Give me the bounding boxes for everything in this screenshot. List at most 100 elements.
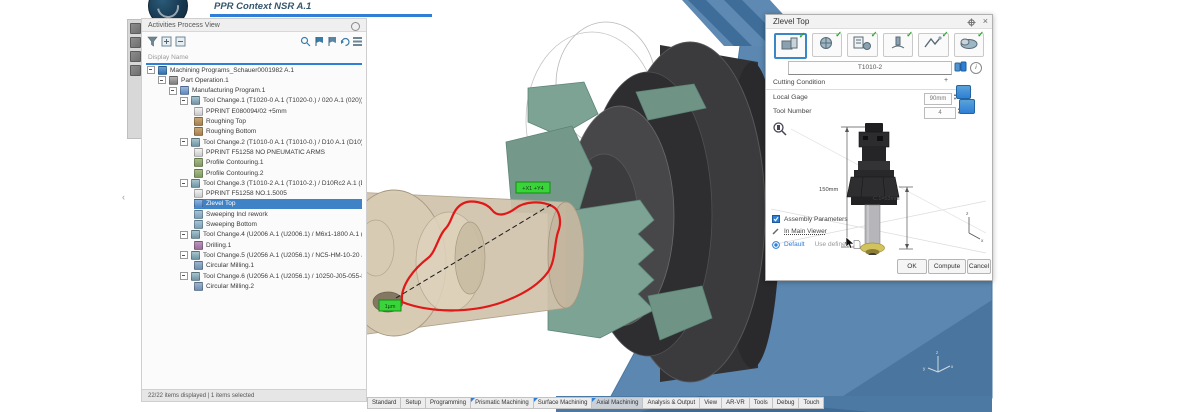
expander-icon[interactable] [180,97,188,105]
process-tree: Machining Programs_Schauer0001982 A.1 Pa… [142,63,364,393]
feature-tag[interactable]: 1µm [379,300,401,311]
actionbar-tab-prismatic-machining[interactable]: Prismatic Machining [471,397,534,409]
note-icon[interactable] [130,51,141,62]
tree-panel-title: Activities Process View [142,19,366,32]
tree-item[interactable]: Part Operation.1 [158,75,362,85]
info-icon[interactable]: i [970,62,982,74]
tool-number-spinner[interactable]: ▲▼ [956,107,962,115]
flag-icon[interactable] [327,36,338,47]
cancel-button[interactable]: Cancel [967,259,991,274]
circular-milling-icon [194,261,203,270]
filter-icon[interactable] [147,36,158,47]
ppr-context-tab[interactable]: PPR Context NSR A.1 [214,1,311,12]
tree-item[interactable]: Sweeping Bottom [194,220,362,230]
tree-item[interactable]: PPRINT F51258 NO PNEUMATIC ARMS [194,147,362,157]
expander-icon[interactable] [158,76,166,84]
tab-macros-icon[interactable]: ✓ [918,33,949,57]
refresh-icon[interactable] [340,36,351,47]
in-main-viewer-link[interactable]: In Main Viewer [784,228,827,235]
tree-item[interactable]: PPRINT E080094/02 +5mm [194,106,362,116]
condition-gear-icon[interactable] [956,85,971,99]
tab-output-icon[interactable]: ✓ [954,33,985,57]
panel-options-icon[interactable] [351,22,360,31]
ok-button[interactable]: OK [897,259,927,274]
preview-axis-icon: z x [966,212,984,244]
actionbar-tab-view[interactable]: View [700,397,722,409]
collapse-all-icon[interactable] [175,36,186,47]
svg-text:1µm: 1µm [385,304,396,310]
tree-item[interactable]: Tool Change.2 (T1010-0 A.1 (T1010-0.) / … [180,137,362,147]
grid-icon[interactable] [130,65,141,76]
expander-icon[interactable] [169,87,177,95]
actionbar-tab-touch[interactable]: Touch [799,397,824,409]
expander-icon[interactable] [180,179,188,187]
tool-name-field[interactable]: T1010-2 [788,61,952,75]
svg-text:x: x [981,239,984,244]
pencil-icon [772,227,780,235]
actionbar-tab-debug[interactable]: Debug [773,397,800,409]
tab-active-underline [210,14,432,17]
tab-geometry-icon[interactable]: ✓ [774,33,807,59]
tool-number-input[interactable]: 4 [924,107,956,119]
tree-item[interactable]: Circular Milling.1 [194,261,362,271]
tree-item[interactable]: Drilling.1 [194,240,362,250]
tree-item[interactable]: Manufacturing Program.1 [169,86,362,96]
tree-item[interactable]: Machining Programs_Schauer0001982 A.1 [147,65,362,75]
actionbar-tab-setup[interactable]: Setup [401,397,426,409]
gear-icon[interactable] [130,37,141,48]
tree-item[interactable]: Tool Change.6 (U2056 A.1 (U2056.1) / 102… [180,271,362,281]
tree-item[interactable]: Sweeping Incl rework [194,209,362,219]
dialog-tab-bar: ✓ ✓ ✓ ✓ ✓ ✓ [774,33,984,59]
tree-toolbar [142,33,366,50]
expander-icon[interactable] [147,66,155,74]
tree-item[interactable]: Tool Change.3 (T1010-2 A.1 (T1010-2.) / … [180,178,362,188]
tree-item[interactable]: Tool Change.1 (T1020-0 A.1 (T1020-0.) / … [180,96,362,106]
actionbar-tab-ar-vr[interactable]: AR-VR [722,397,750,409]
tab-tool-axis-icon[interactable]: ✓ [883,33,914,57]
tree-item-selected[interactable]: Zlevel Top [194,199,362,209]
feature-tag[interactable]: +X1 +Y4 [516,182,550,193]
expander-icon[interactable] [180,138,188,146]
dialog-gear-icon[interactable] [967,18,976,27]
tab-strategy-icon[interactable]: ✓ [812,33,843,57]
panel-collapse-icon[interactable]: ‹ [122,192,125,202]
expander-icon[interactable] [180,231,188,239]
assembly-parameters-checkbox[interactable] [772,215,780,223]
expander-icon[interactable] [180,272,188,280]
pprint-icon [194,148,203,157]
svg-text:z: z [966,212,969,217]
use-defined-option[interactable]: Use defined [815,241,850,248]
history-tree-icon[interactable] [130,23,141,34]
list-view-icon[interactable] [352,36,363,47]
cutting-condition-label: Cutting Condition [773,79,825,86]
actionbar-tab-surface-machining[interactable]: Surface Machining [534,397,593,409]
tree-item[interactable]: Tool Change.4 (U2006 A.1 (U2006.1) / M6x… [180,230,362,240]
expander-icon[interactable] [180,251,188,259]
tool-change-icon [191,138,200,147]
tree-item[interactable]: Roughing Bottom [194,127,362,137]
cutting-condition-add-icon[interactable]: + [944,77,948,84]
tree-item[interactable]: PPRINT F51258 NO.1.5005 [194,189,362,199]
tree-item[interactable]: Profile Contouring.1 [194,158,362,168]
flag-filter-icon[interactable] [314,36,325,47]
actionbar-tab-analysis-output[interactable]: Analysis & Output [643,397,700,409]
tree-item[interactable]: Tool Change.5 (U2056 A.1 (U2056.1) / NC5… [180,250,362,260]
tree-item[interactable]: Profile Contouring.2 [194,168,362,178]
compute-button[interactable]: Compute [928,259,966,274]
machining-programs-icon [158,66,167,75]
actionbar-tab-programming[interactable]: Programming [426,397,471,409]
tool-select-icon[interactable] [954,61,967,73]
actionbar-tab-standard[interactable]: Standard [367,397,401,409]
search-icon[interactable] [300,36,311,47]
dialog-close-icon[interactable]: × [983,16,988,26]
expand-all-icon[interactable] [161,36,172,47]
tree-item[interactable]: Roughing Top [194,117,362,127]
tool-change-icon [191,230,200,239]
tab-feeds-speeds-icon[interactable]: ✓ [847,33,878,57]
actionbar-tab-axial-machining[interactable]: Axial Machining [592,397,643,409]
local-gage-input[interactable]: 90mm [924,93,952,105]
actionbar-tab-tools[interactable]: Tools [750,397,773,409]
default-radio[interactable] [772,241,780,249]
tree-item[interactable]: Circular Milling.2 [194,281,362,291]
local-gage-spinner[interactable]: ▲▼ [952,93,958,101]
